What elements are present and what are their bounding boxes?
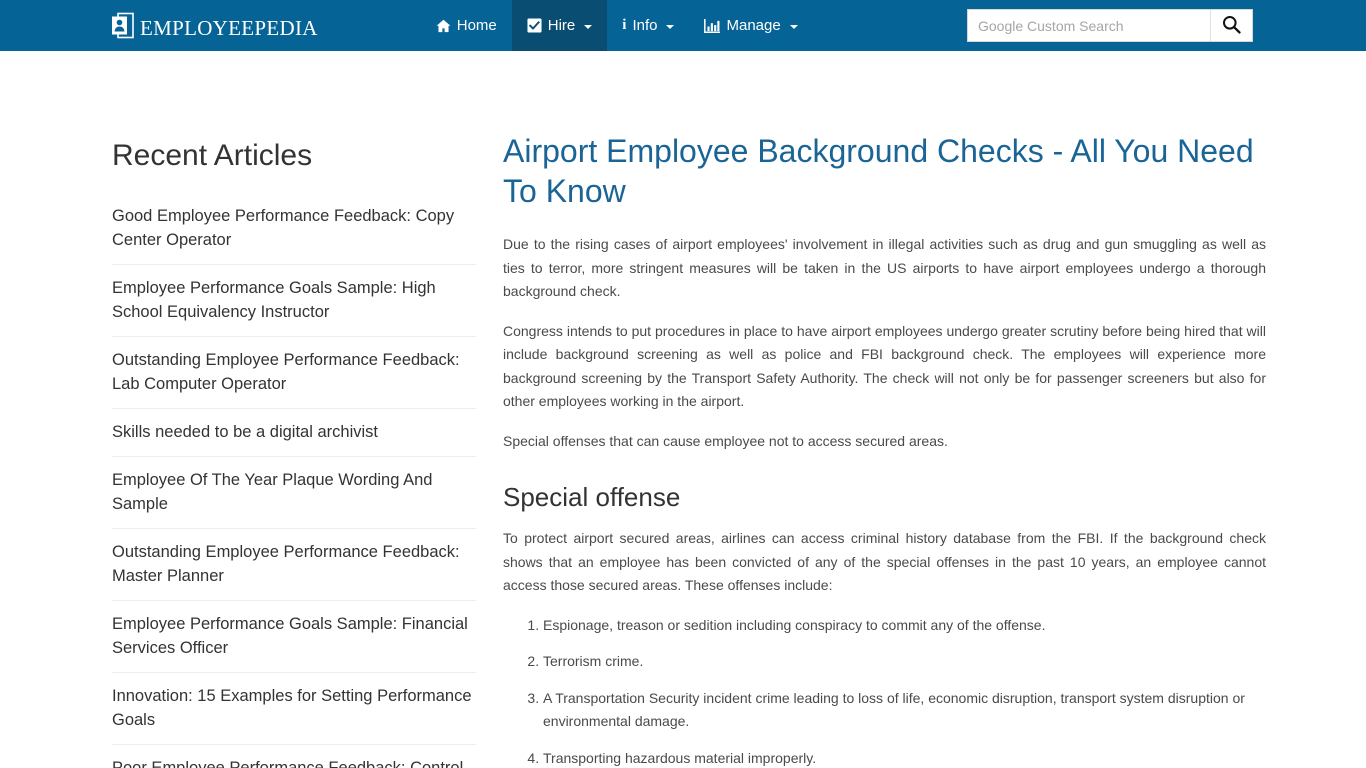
list-item[interactable]: Skills needed to be a digital archivist	[112, 409, 476, 457]
brand-logo[interactable]: Employeepedia	[111, 0, 318, 51]
search-input[interactable]	[968, 10, 1210, 41]
list-item[interactable]: Good Employee Performance Feedback: Copy…	[112, 195, 476, 265]
search-icon	[1222, 15, 1241, 37]
nav-label-manage: Manage	[726, 17, 781, 34]
article-paragraph: Special offenses that can cause employee…	[503, 432, 948, 449]
list-item[interactable]: Employee Performance Goals Sample: High …	[112, 265, 476, 337]
sidebar-title: Recent Articles	[112, 139, 313, 172]
nav-item-home[interactable]: Home	[421, 0, 512, 51]
chevron-down-icon	[789, 24, 798, 29]
checked-box-icon	[527, 18, 542, 33]
list-item: Terrorism crime.	[543, 650, 1266, 674]
search-box	[967, 9, 1253, 42]
list-item[interactable]: Employee Of The Year Plaque Wording And …	[112, 457, 476, 529]
list-item[interactable]: Innovation: 15 Examples for Setting Perf…	[112, 673, 476, 745]
list-item: Transporting hazardous material improper…	[543, 747, 1266, 768]
chevron-down-icon	[666, 24, 675, 29]
list-item: A Transportation Security incident crime…	[543, 687, 1266, 734]
sidebar: Recent Articles Good Employee Performanc…	[99, 51, 489, 768]
chevron-down-icon	[584, 24, 593, 29]
nav-item-info[interactable]: i Info	[607, 0, 689, 51]
section-heading: Special offense	[503, 482, 681, 512]
main-nav: Home Hire i Info Manage	[421, 0, 813, 51]
special-offenses-list: Espionage, treason or sedition including…	[503, 614, 1266, 768]
nav-item-manage[interactable]: Manage	[689, 0, 812, 51]
page-title: Airport Employee Background Checks - All…	[503, 133, 1254, 209]
article-paragraph: Congress intends to put procedures in pl…	[503, 322, 1266, 410]
site-header: Employeepedia Home Hire i Info	[0, 0, 1366, 51]
search-button[interactable]	[1210, 10, 1252, 41]
home-icon	[436, 19, 451, 33]
section-intro-paragraph: To protect airport secured areas, airlin…	[503, 530, 1266, 593]
list-item[interactable]: Poor Employee Performance Feedback: Cont…	[112, 745, 476, 768]
list-item: Espionage, treason or sedition including…	[543, 614, 1266, 638]
recent-articles-list: Good Employee Performance Feedback: Copy…	[112, 195, 476, 768]
nav-label-hire: Hire	[547, 17, 576, 34]
nav-label-info: Info	[632, 17, 658, 34]
nav-item-hire[interactable]: Hire	[511, 0, 608, 51]
info-icon: i	[622, 17, 627, 33]
list-item[interactable]: Outstanding Employee Performance Feedbac…	[112, 529, 476, 601]
brand-name: Employeepedia	[140, 8, 318, 42]
list-item[interactable]: Outstanding Employee Performance Feedbac…	[112, 337, 476, 409]
bar-chart-icon	[704, 18, 721, 33]
nav-label-home: Home	[456, 17, 497, 34]
article-content: Airport Employee Background Checks - All…	[503, 51, 1266, 768]
list-item[interactable]: Employee Performance Goals Sample: Finan…	[112, 601, 476, 673]
id-card-icon	[111, 12, 136, 39]
article-paragraph: Due to the rising cases of airport emplo…	[503, 236, 1266, 299]
page-body: Recent Articles Good Employee Performanc…	[0, 51, 1366, 768]
